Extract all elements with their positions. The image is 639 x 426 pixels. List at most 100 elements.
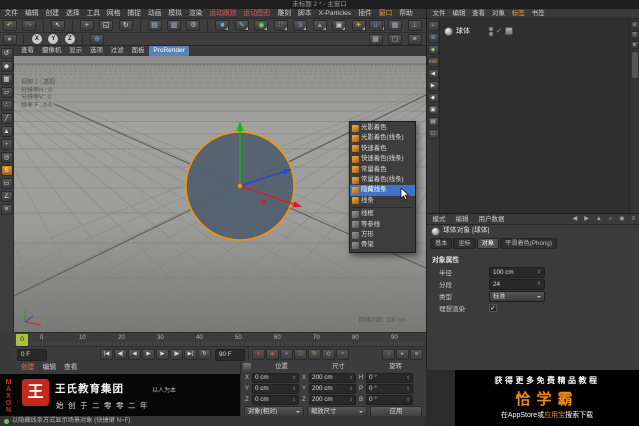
- om-menu-view[interactable]: 查看: [470, 9, 488, 19]
- current-frame-field[interactable]: 0 F: [17, 348, 47, 361]
- menu-file[interactable]: 文件: [2, 9, 21, 19]
- camera-icon[interactable]: ▣: [332, 20, 347, 31]
- om-menu-file[interactable]: 文件: [430, 9, 448, 19]
- menu-xparticles[interactable]: X-Particles: [316, 9, 354, 19]
- prev-frame-button[interactable]: ◀: [128, 349, 141, 360]
- make-editable-icon[interactable]: ↺: [0, 48, 13, 59]
- render-perfect-checkbox[interactable]: ✓: [489, 304, 497, 312]
- next-frame-button[interactable]: ▶: [156, 349, 169, 360]
- object-row-sphere[interactable]: 球体 ✓: [444, 25, 627, 37]
- menu-tools[interactable]: 工具: [84, 9, 103, 19]
- ctx-item-isoparms[interactable]: 等参线: [350, 220, 415, 230]
- menu-motion-tracker[interactable]: 运动跟踪: [207, 9, 239, 19]
- scale-tool-icon[interactable]: ◱: [99, 20, 114, 31]
- rotation-b-field[interactable]: 0 °: [366, 394, 413, 405]
- timeline-ruler[interactable]: 0 0 10 20 30 40 50 60 70 80 90: [14, 332, 426, 346]
- move-tool-icon[interactable]: +: [79, 20, 94, 31]
- redo-icon[interactable]: ↷: [21, 20, 36, 31]
- menu-sculpt[interactable]: 雕刻: [275, 9, 294, 19]
- undo-icon[interactable]: ↶: [2, 20, 17, 31]
- toolbar-menu-icon[interactable]: ≡: [407, 34, 422, 45]
- workplane-lock-icon[interactable]: ▭: [0, 178, 13, 189]
- om-axis-icon[interactable]: +: [427, 21, 439, 31]
- points-mode-icon[interactable]: ∴: [0, 100, 13, 111]
- record-pla-button[interactable]: ~: [336, 349, 349, 360]
- add-cube-icon[interactable]: ■: [215, 20, 230, 31]
- deformer-icon[interactable]: S: [293, 20, 308, 31]
- om-menu-edit[interactable]: 编辑: [450, 9, 468, 19]
- phong-tag-icon[interactable]: [504, 27, 513, 35]
- om-list-icon[interactable]: ≡: [630, 41, 639, 49]
- menu-animate[interactable]: 动画: [145, 9, 164, 19]
- lock-z-button[interactable]: Z: [64, 34, 75, 44]
- vp-menu-panel[interactable]: 面板: [129, 46, 148, 56]
- am-forward-icon[interactable]: ▶: [583, 214, 590, 225]
- am-menu-mode[interactable]: 模式: [430, 214, 448, 225]
- scrollbar-thumb[interactable]: [631, 52, 638, 78]
- object-manager-scrollbar[interactable]: ⌕ ▽ ≡: [629, 19, 639, 213]
- object-name[interactable]: 球体: [456, 26, 470, 36]
- playback-rate-button[interactable]: ▸: [396, 349, 409, 360]
- position-x-field[interactable]: 0 cm: [252, 372, 299, 383]
- om-model-icon[interactable]: ◆: [427, 45, 439, 55]
- om-tag-icon[interactable]: □: [427, 129, 439, 139]
- menu-render[interactable]: 渲染: [186, 9, 205, 19]
- ctx-item-constant[interactable]: 常量着色: [350, 165, 415, 175]
- vp-menu-cameras[interactable]: 摄像机: [39, 46, 65, 56]
- light-icon[interactable]: ☀: [351, 20, 366, 31]
- menu-create[interactable]: 创建: [43, 9, 62, 19]
- menu-mograph[interactable]: 运动图形: [241, 9, 273, 19]
- position-z-field[interactable]: 0 cm: [252, 394, 299, 405]
- om-search-icon[interactable]: ⌕: [630, 21, 639, 29]
- record-position-button[interactable]: +: [280, 349, 293, 360]
- edges-mode-icon[interactable]: ╱: [0, 113, 13, 124]
- menu-simulate[interactable]: 模拟: [166, 9, 185, 19]
- rotate-tool-icon[interactable]: ↻: [118, 20, 133, 31]
- next-key-button[interactable]: |▶: [170, 349, 183, 360]
- tab-object[interactable]: 对象: [476, 238, 500, 249]
- position-y-field[interactable]: 0 cm: [252, 383, 299, 394]
- current-frame-marker[interactable]: 0: [16, 334, 28, 346]
- am-menu-userdata[interactable]: 用户数据: [476, 214, 507, 225]
- size-z-field[interactable]: 200 cm: [309, 394, 356, 405]
- record-keyframe-button[interactable]: ●: [252, 349, 265, 360]
- om-menu-tags[interactable]: 标签: [509, 9, 527, 19]
- om-key-icon[interactable]: ◆: [427, 93, 439, 103]
- record-scale-button[interactable]: □: [294, 349, 307, 360]
- layout-icon[interactable]: ▢: [388, 34, 403, 45]
- play-button[interactable]: ▶: [142, 349, 155, 360]
- rotation-p-field[interactable]: 0 °: [366, 383, 413, 394]
- live-selection-icon[interactable]: ↖: [50, 20, 65, 31]
- record-parameter-button[interactable]: ◇: [322, 349, 335, 360]
- loop-button[interactable]: ↻: [198, 349, 211, 360]
- menu-help[interactable]: 帮助: [397, 9, 416, 19]
- am-menu-icon[interactable]: ≡: [630, 214, 636, 225]
- am-search-icon[interactable]: ⌕: [608, 214, 613, 225]
- vp-menu-display[interactable]: 显示: [66, 46, 85, 56]
- om-menu-bookmarks[interactable]: 书签: [529, 9, 547, 19]
- radius-field[interactable]: 100 cm: [489, 266, 545, 278]
- tab-basic[interactable]: 基本: [430, 238, 453, 249]
- autokey-button[interactable]: ◉: [266, 349, 279, 360]
- render-view-icon[interactable]: ▤: [147, 20, 162, 31]
- enabled-check-icon[interactable]: ✓: [496, 27, 502, 35]
- snap-toggle-icon[interactable]: S: [0, 165, 13, 176]
- viewport-solo-icon[interactable]: ◎: [0, 152, 13, 163]
- menu-script[interactable]: 脚本: [295, 9, 314, 19]
- lock-y-button[interactable]: Y: [48, 34, 59, 44]
- record-rotation-button[interactable]: ↻: [308, 349, 321, 360]
- tab-coordinates[interactable]: 坐标: [453, 238, 476, 249]
- texture-mode-icon[interactable]: ▦: [0, 74, 13, 85]
- spline-pen-icon[interactable]: ✎: [234, 20, 249, 31]
- mat-menu-view[interactable]: 查看: [61, 362, 81, 374]
- am-lock-icon[interactable]: ◉: [618, 214, 625, 225]
- om-world-icon[interactable]: ⊕: [427, 33, 439, 43]
- lock-x-button[interactable]: X: [31, 34, 42, 44]
- om-next-icon[interactable]: ▶: [427, 81, 439, 91]
- timeline-options-button[interactable]: ≡: [410, 349, 423, 360]
- goto-end-button[interactable]: ▶|: [184, 349, 197, 360]
- om-prev-icon[interactable]: ◀: [427, 69, 439, 79]
- rotation-h-field[interactable]: 0 °: [366, 372, 413, 383]
- menu-edit[interactable]: 编辑: [22, 9, 41, 19]
- ctx-item-wireframe[interactable]: 线框: [350, 209, 415, 219]
